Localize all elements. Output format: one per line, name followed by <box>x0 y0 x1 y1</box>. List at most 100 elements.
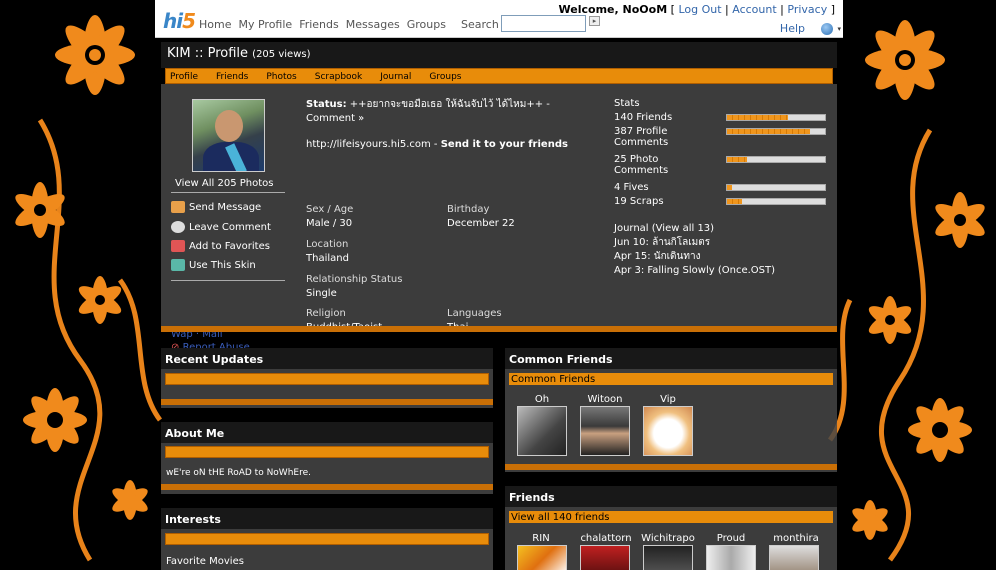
tab-friends[interactable]: Friends <box>212 69 252 83</box>
friend-thumbnail[interactable] <box>643 545 693 570</box>
box-separator <box>161 399 493 405</box>
nav-friends[interactable]: Friends <box>299 18 339 31</box>
friend-thumbnail[interactable] <box>580 406 630 456</box>
view-count: (205 views) <box>252 49 311 60</box>
nav-home[interactable]: Home <box>199 18 231 31</box>
star-icon <box>171 259 185 271</box>
journal-title-link[interactable]: Journal (View all 13) <box>614 222 775 236</box>
view-all-friends-link[interactable]: View all 140 friends <box>509 511 833 523</box>
view-all-photos-link[interactable]: View All 205 Photos <box>175 178 274 189</box>
stat-bar-fill <box>727 185 732 190</box>
location-field: Location Thailand <box>306 238 349 266</box>
tab-groups[interactable]: Groups <box>425 69 465 83</box>
friend-name[interactable]: Proud <box>703 533 759 544</box>
location-label: Location <box>306 239 349 250</box>
nav-messages[interactable]: Messages <box>346 18 400 31</box>
about-me-text: wE're oN tHE RoAD to NoWhEre. <box>166 468 311 478</box>
nav-my-profile[interactable]: My Profile <box>238 18 292 31</box>
tab-journal[interactable]: Journal <box>376 69 415 83</box>
add-favorites-button[interactable]: Add to Favorites <box>171 240 270 252</box>
tab-scrapbook[interactable]: Scrapbook <box>311 69 367 83</box>
friends-box: Friends View all 140 friends RIN chalatt… <box>505 486 837 570</box>
privacy-link[interactable]: Privacy <box>787 3 827 16</box>
sex-age-value: Male / 30 <box>306 218 353 229</box>
language-globe-icon[interactable] <box>821 23 833 35</box>
profile-url-text[interactable]: http://lifeisyours.hi5.com <box>306 139 431 150</box>
friend-name[interactable]: Wichitrapo <box>637 533 699 544</box>
stat-row-scraps[interactable]: 19 Scraps <box>614 196 829 210</box>
stat-label: 25 Photo <box>614 154 659 165</box>
common-friends-title: Common Friends <box>505 348 837 369</box>
stat-bar <box>726 128 826 135</box>
status-label: Status: <box>306 99 347 110</box>
friend-name[interactable]: Witoon <box>580 394 630 405</box>
journal-entry[interactable]: Jun 10: ล้านกิโลเมตร <box>614 236 775 250</box>
hi5-logo[interactable]: hi5 <box>163 9 196 33</box>
stat-row-friends[interactable]: 140 Friends <box>614 112 829 126</box>
stat-label-2: Comments <box>614 165 669 176</box>
about-me-title: About Me <box>161 422 493 443</box>
stat-row-profile-comments[interactable]: 387 Profile Comments <box>614 126 829 154</box>
divider <box>171 280 285 281</box>
orange-bar <box>165 373 489 385</box>
box-separator <box>161 484 493 490</box>
send-to-friends-link[interactable]: Send it to your friends <box>441 139 568 150</box>
chevron-down-icon[interactable]: ▾ <box>837 25 841 33</box>
orange-bar <box>165 446 489 458</box>
comment-link[interactable]: Comment » <box>306 113 364 124</box>
friend-thumbnail[interactable] <box>517 545 567 570</box>
profile-url: http://lifeisyours.hi5.com - Send it to … <box>306 139 568 150</box>
leave-comment-label: Leave Comment <box>189 221 271 233</box>
welcome-text: Welcome, NoOoM <box>558 3 668 16</box>
avatar-face <box>215 110 243 142</box>
common-friends-link[interactable]: Common Friends <box>509 373 833 385</box>
stat-bar <box>726 114 826 121</box>
friend-thumbnail[interactable] <box>643 406 693 456</box>
birthday-label: Birthday <box>447 204 490 215</box>
friend-thumbnail[interactable] <box>580 545 630 570</box>
religion-label: Religion <box>306 308 346 319</box>
search-input[interactable] <box>501 15 586 32</box>
stat-bar <box>726 184 826 191</box>
welcome-area: Welcome, NoOoM [ Log Out | Account | Pri… <box>558 3 835 16</box>
heart-icon <box>171 240 185 252</box>
journal-entry[interactable]: Apr 15: นักเดินทาง <box>614 250 775 264</box>
friend-name[interactable]: chalattorn <box>575 533 637 544</box>
add-favorites-label: Add to Favorites <box>189 240 270 252</box>
status-text: ++อยากจะขอมือเธอ ให้ฉันจับไว้ ได้ไหม++ - <box>349 99 550 110</box>
relationship-label: Relationship Status <box>306 274 403 285</box>
friend-thumbnail[interactable] <box>769 545 819 570</box>
status-block: Status: ++อยากจะขอมือเธอ ให้ฉันจับไว้ ได… <box>306 98 606 126</box>
friend-name[interactable]: Vip <box>643 394 693 405</box>
stat-label: 140 Friends <box>614 112 673 123</box>
friend-name[interactable]: RIN <box>513 533 569 544</box>
help-link[interactable]: Help <box>780 22 805 35</box>
profile-page: KIM :: Profile (205 views) Profile Frien… <box>161 42 837 570</box>
journal-block: Journal (View all 13) Jun 10: ล้านกิโลเม… <box>614 222 775 278</box>
stat-label: 4 Fives <box>614 182 649 193</box>
about-me-box: About Me wE're oN tHE RoAD to NoWhEre. <box>161 422 493 494</box>
tab-photos[interactable]: Photos <box>262 69 300 83</box>
stat-row-photo-comments[interactable]: 25 Photo Comments <box>614 154 829 182</box>
friend-thumbnail[interactable] <box>517 406 567 456</box>
stat-bar-fill <box>727 157 747 162</box>
account-link[interactable]: Account <box>732 3 776 16</box>
friend-name[interactable]: Oh <box>517 394 567 405</box>
use-skin-button[interactable]: Use This Skin <box>171 259 256 271</box>
search-go-button[interactable]: ▸ <box>589 16 600 26</box>
stat-row-fives[interactable]: 4 Fives <box>614 182 829 196</box>
profile-avatar[interactable] <box>192 99 265 172</box>
send-message-button[interactable]: Send Message <box>171 201 261 213</box>
leave-comment-button[interactable]: Leave Comment <box>171 221 271 233</box>
main-nav: Home My Profile Friends Messages Groups <box>199 18 446 31</box>
section-separator <box>161 326 837 332</box>
journal-entry[interactable]: Apr 3: Falling Slowly (Once.OST) <box>614 264 775 278</box>
friend-name[interactable]: monthira <box>765 533 827 544</box>
logout-link[interactable]: Log Out <box>678 3 721 16</box>
sex-age-field: Sex / Age Male / 30 <box>306 203 353 231</box>
friend-thumbnail[interactable] <box>706 545 756 570</box>
tab-profile[interactable]: Profile <box>166 69 202 83</box>
orange-bar <box>165 533 489 545</box>
envelope-icon <box>171 201 185 213</box>
nav-groups[interactable]: Groups <box>407 18 446 31</box>
